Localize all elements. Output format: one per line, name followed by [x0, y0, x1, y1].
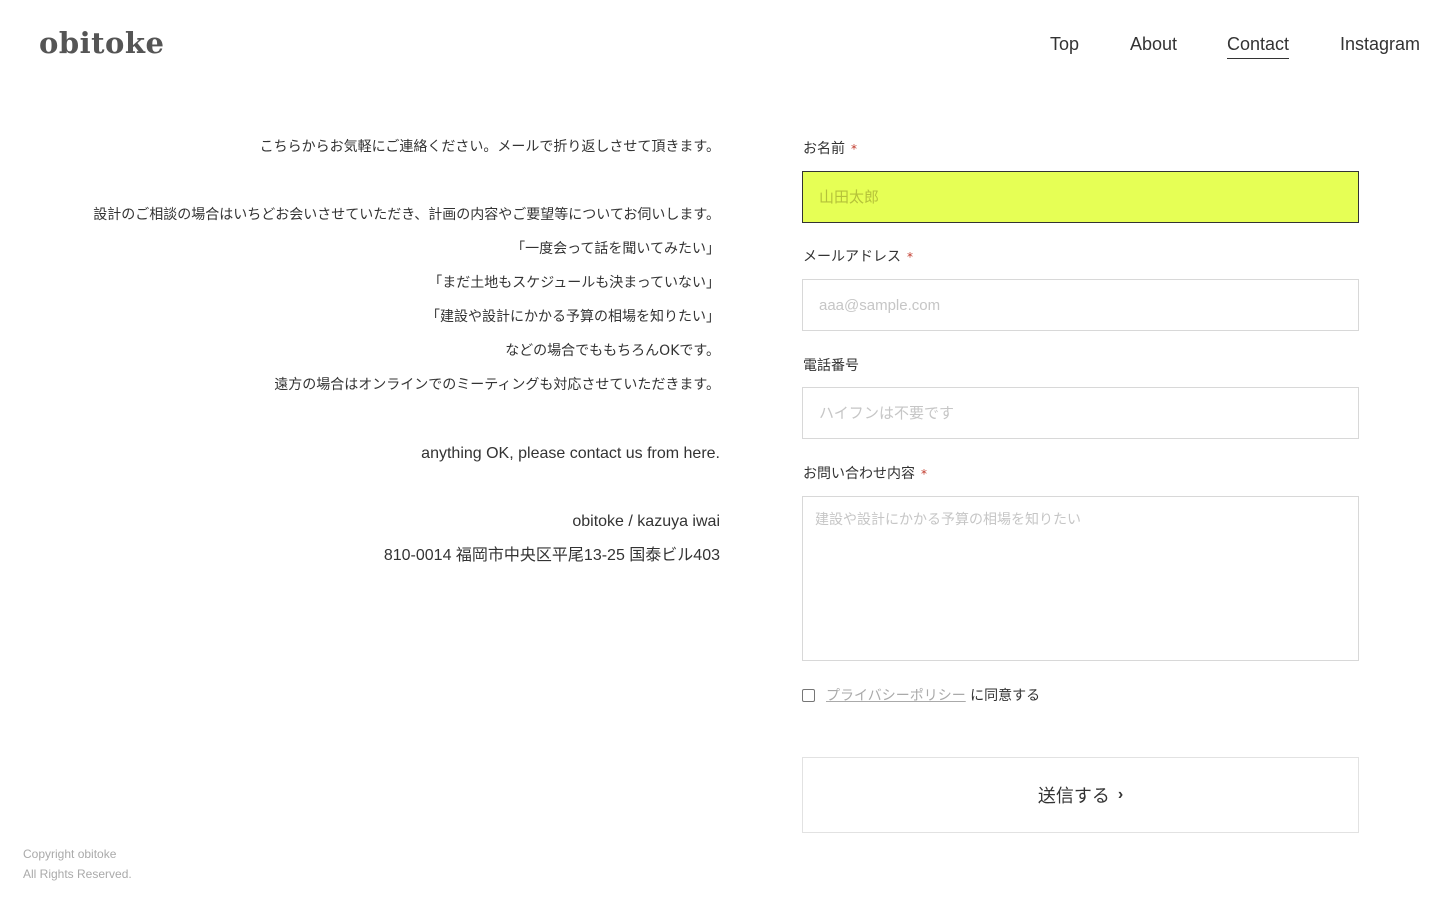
site-logo[interactable]: obitoke	[39, 26, 164, 60]
submit-button[interactable]: 送信する ›	[802, 757, 1359, 833]
copyright-line: All Rights Reserved.	[23, 867, 132, 881]
email-label: メールアドレス *	[803, 249, 913, 265]
name-field[interactable]	[802, 171, 1359, 223]
intro-line: 「建設や設計にかかる予算の相場を知りたい」	[426, 309, 720, 325]
intro-line: こちらからお気軽にご連絡ください。メールで折り返しさせて頂きます。	[259, 139, 720, 155]
address: 810-0014 福岡市中央区平尾13-25 国泰ビル403	[383, 547, 720, 564]
consent-suffix: に同意する	[965, 688, 1041, 704]
nav-about-link[interactable]: About	[1130, 34, 1177, 56]
signature: obitoke / kazuya iwai	[572, 513, 720, 530]
nav-instagram-link[interactable]: Instagram	[1340, 34, 1420, 56]
intro-line: 「一度会って話を聞いてみたい」	[511, 241, 720, 257]
required-mark: *	[921, 467, 927, 481]
phone-label: 電話番号	[803, 358, 859, 374]
name-label: お名前 *	[803, 141, 857, 157]
phone-field[interactable]	[802, 387, 1359, 439]
required-mark: *	[851, 142, 857, 156]
intro-line: 遠方の場合はオンラインでのミーティングも対応させていただきます。	[274, 377, 720, 393]
intro-line: 設計のご相談の場合はいちどお会いさせていただき、計画の内容やご要望等についてお伺…	[93, 207, 720, 223]
privacy-policy-link[interactable]: プライバシーポリシー	[826, 688, 966, 704]
intro-line: などの場合でももちろんOKです。	[505, 343, 720, 359]
message-label: お問い合わせ内容 *	[803, 466, 927, 482]
nav-contact-link[interactable]: Contact	[1227, 34, 1290, 59]
intro-english: anything OK, please contact us from here…	[421, 445, 720, 462]
copyright-line: Copyright obitoke	[23, 847, 117, 861]
message-textarea[interactable]	[802, 496, 1359, 661]
submit-label: 送信する	[1037, 786, 1110, 806]
intro-line: 「まだ土地もスケジュールも決まっていない」	[428, 275, 720, 291]
nav-top-link[interactable]: Top	[1050, 34, 1079, 56]
privacy-consent-label: プライバシーポリシー に同意する	[826, 686, 1040, 706]
chevron-right-icon: ›	[1117, 786, 1124, 803]
required-mark: *	[907, 250, 913, 264]
privacy-consent-checkbox[interactable]	[802, 689, 815, 702]
email-field[interactable]	[802, 279, 1359, 331]
